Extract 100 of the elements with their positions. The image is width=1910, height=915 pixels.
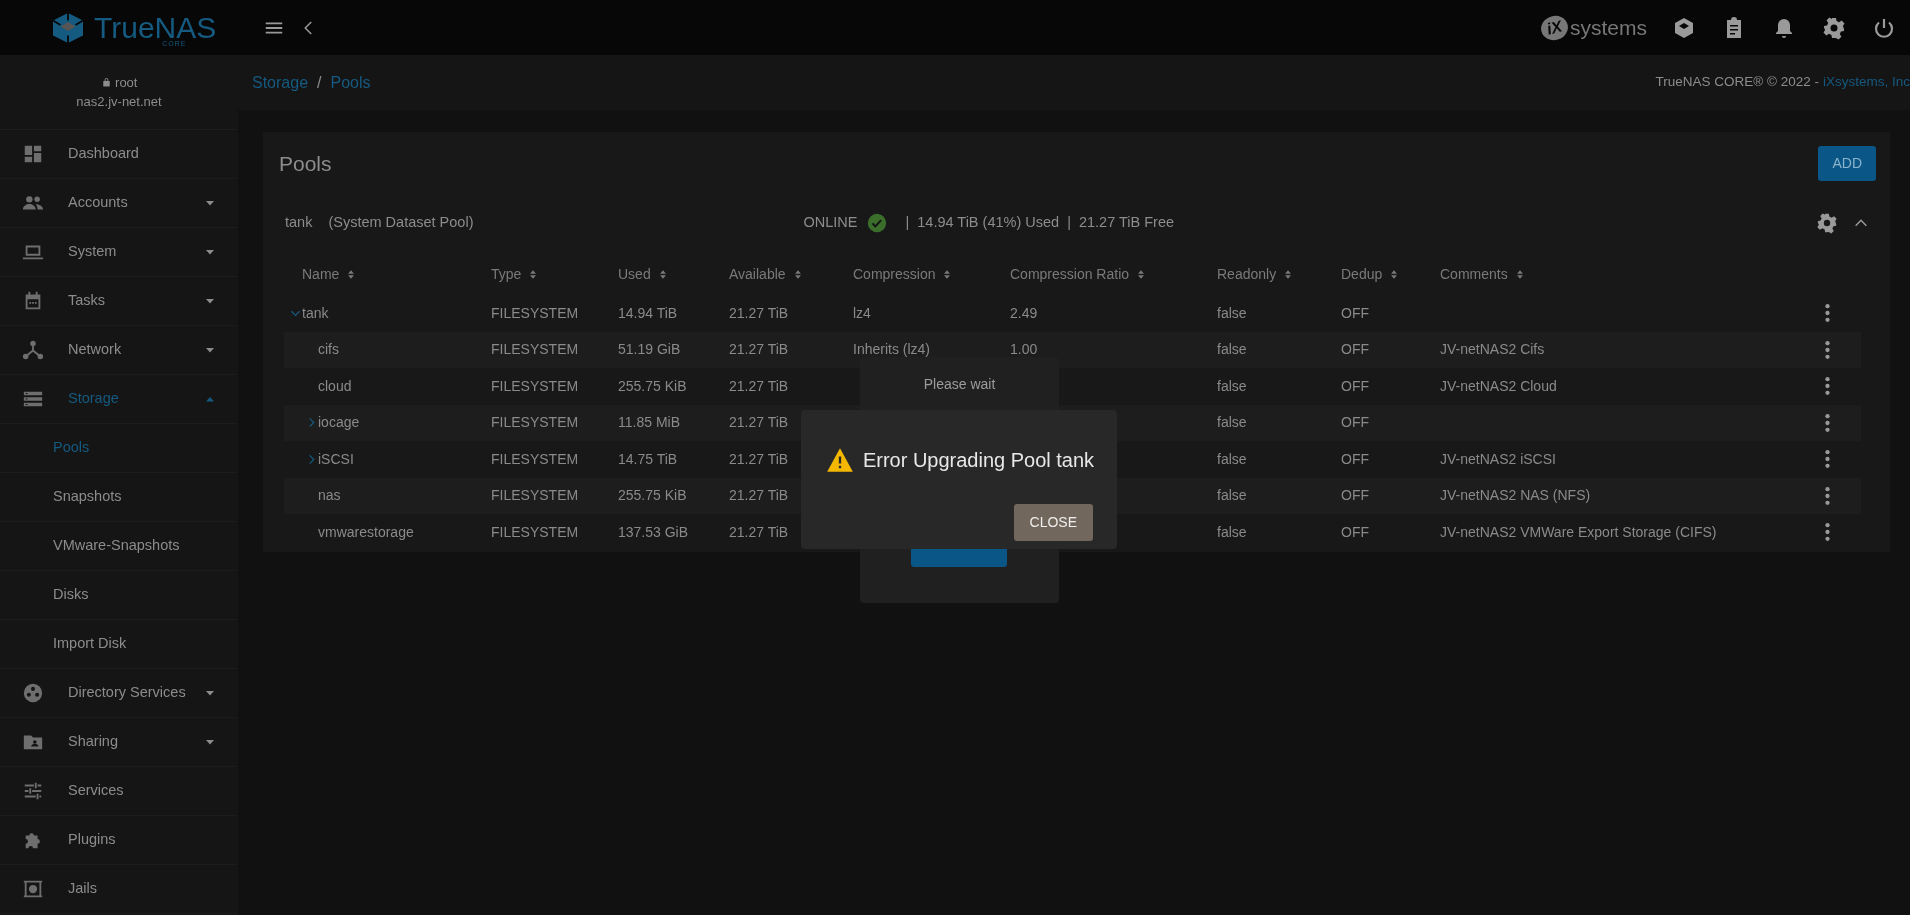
settings-icon: [1815, 212, 1838, 234]
more-icon: [1825, 413, 1830, 432]
sidebar-item[interactable]: Services: [0, 767, 238, 816]
more-icon: [1825, 523, 1830, 542]
pool-status: ONLINE: [803, 213, 858, 233]
table-cell: FILESYSTEM: [491, 487, 579, 504]
user-name: root: [115, 73, 138, 92]
table-cell: false: [1217, 450, 1247, 467]
table-cell: false: [1217, 414, 1247, 431]
table-cell: FILESYSTEM: [491, 377, 579, 394]
sidebar-item[interactable]: Jails: [0, 865, 238, 914]
table-cell: 21.27 TiB: [729, 304, 789, 321]
sliders-icon: [22, 780, 44, 802]
column-header[interactable]: Compression Ratio: [1010, 263, 1147, 285]
stat-separator: |: [905, 213, 910, 233]
table-cell: 21.27 TiB: [729, 377, 789, 394]
sidebar-item[interactable]: Directory Services: [0, 669, 238, 718]
table-cell: 2.49: [1010, 304, 1038, 321]
table-cell: 137.53 GiB: [618, 523, 689, 540]
table-cell: FILESYSTEM: [491, 450, 579, 467]
table-cell: FILESYSTEM: [491, 304, 579, 321]
column-header[interactable]: Dedup: [1341, 263, 1400, 285]
table-cell: JV-netNAS2 VMWare Export Storage (CIFS): [1440, 523, 1717, 540]
dataset-name: cifs: [318, 340, 339, 360]
dialog-title: Please wait: [922, 375, 997, 394]
column-header[interactable]: Comments: [1440, 263, 1525, 285]
table-cell: false: [1217, 341, 1247, 358]
table-cell: 14.75 TiB: [618, 450, 678, 467]
column-header[interactable]: Used: [618, 263, 668, 285]
stat-separator: |: [1067, 213, 1071, 233]
sidebar-subitem[interactable]: Pools: [0, 424, 238, 473]
vendor-link[interactable]: iXsystems, Inc: [1822, 72, 1910, 93]
column-header[interactable]: Available: [729, 263, 803, 285]
card-title: Pools: [279, 150, 332, 177]
pool-stat: 21.27 TiB Free: [1078, 213, 1174, 233]
settings-icon: [1822, 15, 1846, 40]
sidebar-item[interactable]: Plugins: [0, 816, 238, 865]
column-header[interactable]: Compression: [853, 263, 953, 285]
table-cell: JV-netNAS2 NAS (NFS): [1440, 487, 1591, 504]
dataset-name: nas: [318, 486, 341, 506]
table-cell: 14.94 TiB: [618, 304, 678, 321]
breadcrumb-link[interactable]: Storage: [252, 70, 309, 95]
more-icon: [1825, 304, 1830, 323]
cube-icon: [1672, 15, 1696, 40]
host-name: nas2.jv-net.net: [76, 93, 162, 111]
network-icon: [22, 339, 44, 361]
table-cell: FILESYSTEM: [491, 523, 579, 540]
table-cell: false: [1217, 487, 1247, 504]
vendor-logo-text: systems: [1570, 14, 1647, 41]
table-cell: JV-netNAS2 iSCSI: [1440, 450, 1556, 467]
sidebar-item[interactable]: Dashboard: [0, 130, 238, 179]
table-cell: lz4: [853, 304, 871, 321]
sidebar-item[interactable]: Sharing: [0, 718, 238, 767]
table-cell: OFF: [1341, 377, 1369, 394]
copyright-text: TrueNAS CORE® © 2022 -: [1655, 73, 1819, 92]
column-header[interactable]: Readonly: [1217, 263, 1294, 285]
dots-circle-icon: [22, 682, 44, 704]
dashboard-icon: [22, 143, 44, 165]
dataset-name: iocage: [318, 413, 360, 433]
check-circle-icon: [867, 213, 888, 233]
table-cell: false: [1217, 377, 1247, 394]
table-cell: false: [1217, 304, 1247, 321]
table-cell: 21.27 TiB: [729, 487, 789, 504]
lock-icon: [100, 76, 112, 89]
breadcrumb-link[interactable]: Pools: [330, 70, 371, 95]
sidebar-subitem[interactable]: Snapshots: [0, 473, 238, 522]
sidebar-item[interactable]: Accounts: [0, 179, 238, 228]
close-button[interactable]: CLOSE: [1013, 504, 1093, 541]
table-cell: 21.27 TiB: [729, 523, 789, 540]
table-cell: FILESYSTEM: [491, 414, 579, 431]
table-cell: 21.27 TiB: [729, 414, 789, 431]
table-cell: 51.19 GiB: [618, 341, 681, 358]
table-cell: 11.85 MiB: [618, 414, 680, 431]
sidebar-item[interactable]: Tasks: [0, 277, 238, 326]
dialog-title: Error Upgrading Pool tank: [862, 448, 1095, 473]
breadcrumb-separator: /: [317, 72, 322, 93]
sidebar-subitem[interactable]: VMware-Snapshots: [0, 522, 238, 571]
table-cell: 21.27 TiB: [729, 341, 789, 358]
add-button[interactable]: ADD: [1818, 146, 1876, 181]
dataset-name: iSCSI: [318, 449, 354, 469]
column-header[interactable]: Type: [491, 263, 539, 285]
table-cell: OFF: [1341, 304, 1369, 321]
sidebar-item[interactable]: System: [0, 228, 238, 277]
pool-note: (System Dataset Pool): [328, 213, 474, 233]
table-cell: 1.00: [1010, 341, 1038, 358]
sidebar-item[interactable]: Network: [0, 326, 238, 375]
sidebar-item[interactable]: Storage: [0, 375, 238, 424]
dataset-name: tank: [302, 303, 329, 323]
table-cell: OFF: [1341, 341, 1369, 358]
table-cell: false: [1217, 523, 1247, 540]
table-cell: 21.27 TiB: [729, 450, 789, 467]
table-cell: 255.75 KiB: [618, 487, 687, 504]
table-cell: JV-netNAS2 Cifs: [1440, 341, 1545, 358]
sidebar-subitem[interactable]: Import Disk: [0, 620, 238, 669]
dataset-name: vmwarestorage: [318, 522, 414, 542]
more-icon: [1825, 486, 1830, 505]
sidebar-subitem[interactable]: Disks: [0, 571, 238, 620]
column-header[interactable]: Name: [302, 263, 357, 285]
pool-stat: 14.94 TiB (41%) Used: [917, 213, 1060, 233]
pool-name: tank: [285, 213, 313, 233]
